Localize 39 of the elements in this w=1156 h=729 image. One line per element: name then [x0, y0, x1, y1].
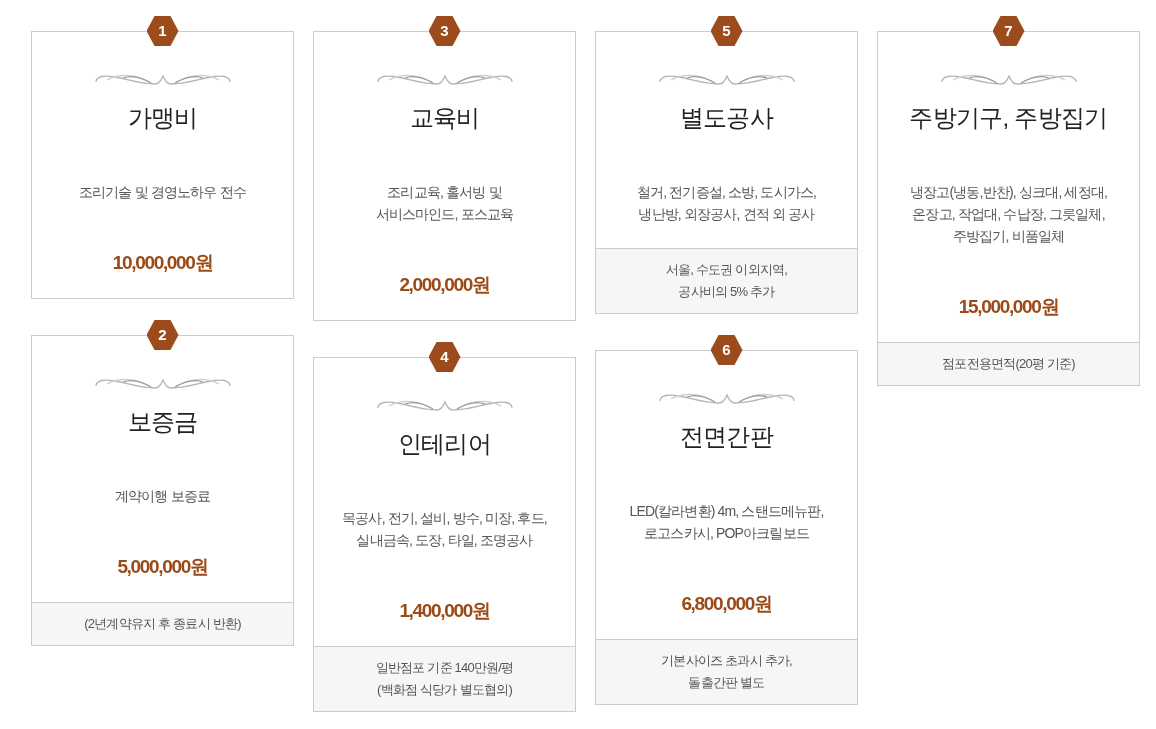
price-note: 서울, 수도권 이외지역, 공사비의 5% 추가 — [596, 248, 857, 313]
price-amount: 6,800,000원 — [680, 592, 773, 616]
price-amount: 1,400,000원 — [398, 599, 491, 623]
flourish-ornament-icon — [938, 72, 1079, 86]
card-description: 조리교육, 홀서빙 및 서비스마인드, 포스교육 — [374, 183, 515, 224]
number-badge: 4 — [428, 342, 461, 372]
price-note: 일반점포 기준 140만원/평 (백화점 식당가 별도협의) — [314, 646, 575, 711]
card-description: 철거, 전기증설, 소방, 도시가스, 냉난방, 외장공사, 견적 외 공사 — [635, 183, 818, 224]
card-description: 냉장고(냉동,반찬), 싱크대, 세정대, 온장고, 작업대, 수납장, 그릇일체, 주방집기, 비품일체 — [909, 183, 1108, 246]
card-description: 조리기술 및 경영노하우 전수 — [77, 183, 248, 202]
card-description: 목공사, 전기, 설비, 방수, 미장, 후드, 실내금속, 도장, 타일, 조명공사 — [341, 509, 548, 550]
price-amount: 5,000,000원 — [116, 555, 209, 579]
price-amount: 10,000,000원 — [111, 251, 214, 275]
card-title: 인테리어 — [396, 429, 493, 459]
number-badge: 5 — [710, 16, 743, 46]
card-description: 계약이행 보증료 — [113, 487, 212, 506]
card-title: 보증금 — [126, 407, 199, 437]
price-note: (2년계약유지 후 종료시 반환) — [32, 602, 293, 645]
card-title: 전면간판 — [678, 422, 775, 452]
number-badge: 6 — [710, 335, 743, 365]
flourish-ornament-icon — [92, 376, 233, 390]
price-amount: 15,000,000원 — [957, 295, 1060, 319]
flourish-ornament-icon — [374, 72, 515, 86]
card-title: 별도공사 — [678, 103, 775, 133]
card-title: 교육비 — [408, 103, 481, 133]
card-title: 주방기구, 주방집기 — [908, 103, 1109, 133]
number-badge: 2 — [146, 320, 179, 350]
price-amount: 2,000,000원 — [398, 273, 491, 297]
number-badge: 1 — [146, 16, 179, 46]
card-title: 가맹비 — [126, 103, 199, 133]
price-note: 기본사이즈 초과시 추가, 돌출간판 별도 — [596, 639, 857, 704]
number-badge: 7 — [992, 16, 1025, 46]
flourish-ornament-icon — [656, 72, 797, 86]
flourish-ornament-icon — [374, 398, 515, 412]
card-description: LED(칼라변환) 4m, 스탠드메뉴판, 로고스카시, POP아크릴보드 — [628, 502, 825, 543]
flourish-ornament-icon — [92, 72, 233, 86]
number-badge: 3 — [428, 16, 461, 46]
price-note: 점포전용면적(20평 기준) — [878, 342, 1139, 385]
flourish-ornament-icon — [656, 391, 797, 405]
